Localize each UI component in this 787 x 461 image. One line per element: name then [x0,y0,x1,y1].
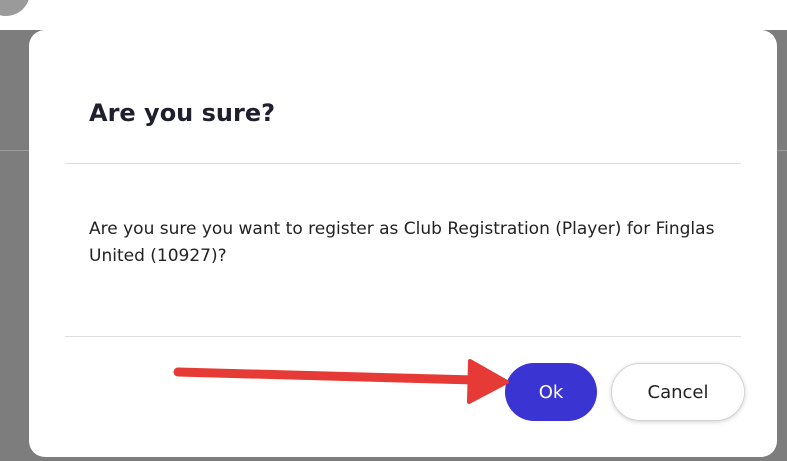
red-arrow-icon [173,359,509,404]
